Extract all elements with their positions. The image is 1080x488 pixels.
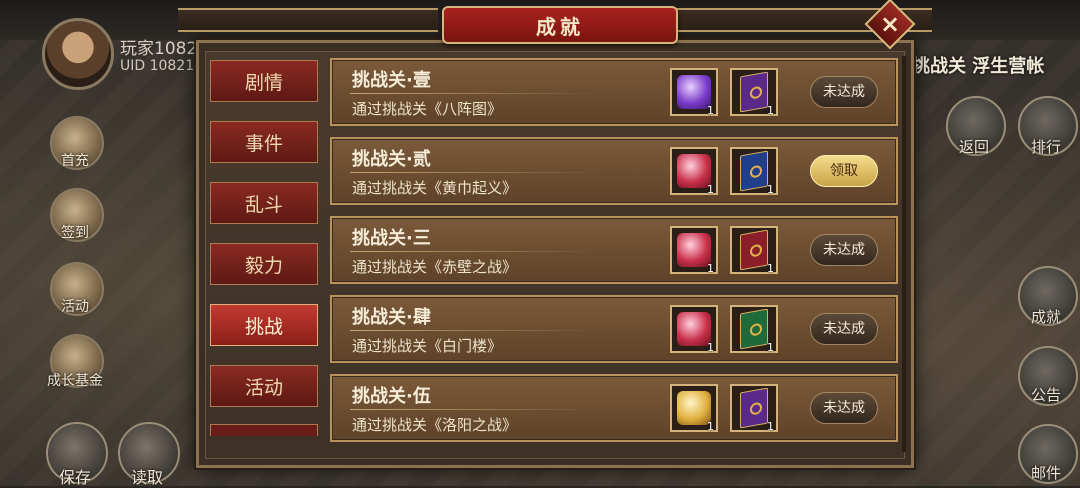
right-menu-label-0: 返回	[958, 138, 989, 156]
reward-count: 1	[767, 341, 774, 354]
claim-button[interactable]: 领取	[810, 155, 878, 187]
tab-perseverance[interactable]: 毅力	[210, 243, 318, 285]
reward-slot[interactable]: 1	[730, 226, 778, 275]
achievement-title: 挑战关·肆	[352, 307, 431, 328]
achievement-title: 挑战关·壹	[352, 70, 431, 91]
reward-count: 1	[707, 341, 714, 354]
left-menu-label-2: 活动	[61, 299, 89, 315]
status-not-achieved: 未达成	[810, 76, 878, 108]
red-gem-icon	[677, 154, 711, 188]
tab-event[interactable]: 事件	[210, 121, 318, 163]
reward-count: 1	[767, 104, 774, 117]
reward-slot[interactable]: 1	[730, 147, 778, 196]
left-menu-label-1: 签到	[61, 225, 89, 241]
dialog-title-plaque: 成就	[442, 6, 678, 44]
reward-count: 1	[767, 420, 774, 433]
purple-gem-icon	[677, 75, 711, 109]
tab-activity[interactable]: 活动	[210, 365, 318, 407]
left-menu-label-0: 首充	[61, 153, 89, 169]
tab-overflow-hint	[210, 424, 318, 436]
achievement-row: 挑战关·伍 通过挑战关《洛阳之战》 1 1 未达成	[330, 374, 898, 442]
achievement-title: 挑战关·贰	[352, 149, 431, 170]
player-uid: UID 10821	[120, 58, 195, 74]
achievement-title: 挑战关·三	[352, 228, 431, 249]
purple-book-icon	[740, 387, 768, 429]
reward-count: 1	[767, 262, 774, 275]
divider	[350, 409, 600, 410]
divider	[350, 172, 600, 173]
achievement-desc: 通过挑战关《黄巾起义》	[352, 179, 518, 197]
player-name: 玩家1082	[120, 39, 198, 59]
divider	[350, 251, 600, 252]
reward-slot[interactable]: 1	[730, 384, 778, 433]
title-ornament-left	[178, 8, 438, 32]
tab-label: 活动	[244, 376, 283, 399]
reward-slot[interactable]: 1	[730, 305, 778, 354]
achievement-desc: 通过挑战关《赤壁之战》	[352, 258, 518, 276]
red-gem-icon	[677, 233, 711, 267]
status-not-achieved: 未达成	[810, 392, 878, 424]
divider	[350, 93, 600, 94]
close-icon[interactable]: ×	[872, 6, 908, 42]
divider	[350, 330, 600, 331]
reward-count: 1	[707, 183, 714, 196]
achievement-desc: 通过挑战关《洛阳之战》	[352, 416, 518, 434]
reward-slot[interactable]: 1	[670, 147, 718, 196]
gold-gem-icon	[677, 391, 711, 425]
achievement-title: 挑战关·伍	[352, 386, 431, 407]
reward-slot[interactable]: 1	[670, 68, 718, 117]
dialog-title: 成就	[536, 14, 584, 39]
tab-challenge[interactable]: 挑战	[210, 304, 318, 346]
tab-label: 毅力	[244, 254, 283, 277]
list-scrollbar[interactable]	[902, 56, 906, 452]
reward-slot[interactable]: 1	[730, 68, 778, 117]
reward-slot[interactable]: 1	[670, 384, 718, 433]
status-not-achieved: 未达成	[810, 313, 878, 345]
tab-story[interactable]: 剧情	[210, 60, 318, 102]
save-label: 保存	[58, 468, 91, 487]
reward-count: 1	[707, 262, 714, 275]
right-menu-label-4: 邮件	[1030, 464, 1061, 482]
tab-label: 事件	[244, 132, 283, 155]
reward-slot[interactable]: 1	[670, 226, 718, 275]
tab-label: 乱斗	[244, 193, 283, 216]
status-not-achieved: 未达成	[810, 234, 878, 266]
achievement-row: 挑战关·三 通过挑战关《赤壁之战》 1 1 未达成	[330, 216, 898, 284]
reward-slot[interactable]: 1	[670, 305, 718, 354]
reward-count: 1	[767, 183, 774, 196]
achievement-row: 挑战关·壹 通过挑战关《八阵图》 1 1 未达成	[330, 58, 898, 126]
achievement-desc: 通过挑战关《白门楼》	[352, 337, 503, 355]
blue-book-icon	[740, 150, 768, 192]
right-menu-label-1: 排行	[1030, 138, 1061, 156]
green-book-icon	[740, 308, 768, 350]
tab-label: 剧情	[244, 71, 283, 94]
purple-book-icon	[740, 71, 768, 113]
player-avatar[interactable]	[42, 18, 114, 90]
achievement-desc: 通过挑战关《八阵图》	[352, 100, 503, 118]
background-stage-title: 挑战关 浮生营帐	[912, 56, 1045, 77]
right-menu-label-2: 成就	[1030, 308, 1061, 326]
red-book-icon	[740, 229, 768, 271]
left-menu-label-3: 成长基金	[47, 373, 103, 389]
load-label: 读取	[130, 468, 163, 487]
achievement-row: 挑战关·肆 通过挑战关《白门楼》 1 1 未达成	[330, 295, 898, 363]
tab-brawl[interactable]: 乱斗	[210, 182, 318, 224]
right-menu-label-3: 公告	[1030, 386, 1061, 404]
red-gem-icon	[677, 312, 711, 346]
reward-count: 1	[707, 420, 714, 433]
reward-count: 1	[707, 104, 714, 117]
achievement-row: 挑战关·贰 通过挑战关《黄巾起义》 1 1 领取	[330, 137, 898, 205]
tab-label: 挑战	[244, 315, 283, 338]
